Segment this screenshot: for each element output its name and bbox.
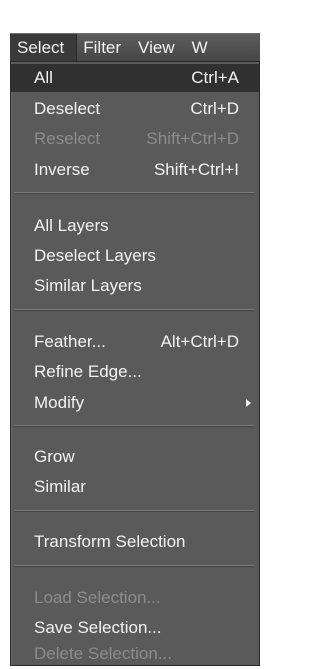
menu-item-reselect[interactable]: Reselect Shift+Ctrl+D (11, 125, 259, 153)
menubar-item-label: Filter (83, 37, 122, 57)
menu-item-label: Grow (34, 447, 75, 466)
menu-bar: Select Filter View W (10, 33, 260, 61)
menu-item-load-selection[interactable]: Load Selection... (11, 584, 259, 612)
menu-item-shortcut: Alt+Ctrl+D (160, 332, 239, 351)
menu-item-label: Delete Selection... (34, 644, 172, 663)
menu-item-similar-layers[interactable]: Similar Layers (11, 272, 259, 300)
menubar-item-filter[interactable]: Filter (77, 34, 132, 61)
menubar-item-view[interactable]: View (132, 34, 186, 61)
menu-item-label: Feather... (34, 332, 106, 351)
menubar-item-label: Select (17, 37, 65, 57)
menu-separator (15, 309, 255, 311)
menu-item-shortcut: Shift+Ctrl+D (146, 129, 239, 148)
menu-item-label: Transform Selection (34, 532, 186, 551)
menu-separator (15, 565, 255, 567)
menu-item-shortcut: Shift+Ctrl+I (153, 160, 239, 179)
menu-item-label: Deselect (34, 99, 101, 118)
menu-item-grow[interactable]: Grow (11, 443, 259, 471)
menu-item-label: Modify (34, 393, 85, 412)
menu-item-label: Reselect (34, 129, 101, 148)
menu-item-label: All Layers (34, 216, 109, 235)
menu-item-inverse[interactable]: Inverse Shift+Ctrl+I (11, 156, 259, 184)
menu-item-all-layers[interactable]: All Layers (11, 212, 259, 240)
select-menu-dropdown: All Ctrl+A Deselect Ctrl+D Reselect Shif… (10, 61, 260, 666)
menu-item-refine-edge[interactable]: Refine Edge... (11, 358, 259, 386)
menubar-item-label: View (138, 37, 175, 57)
menu-item-label: Inverse (34, 160, 90, 179)
submenu-arrow-icon (246, 399, 251, 407)
menu-item-transform-selection[interactable]: Transform Selection (11, 528, 259, 556)
menu-item-deselect-layers[interactable]: Deselect Layers (11, 242, 259, 270)
screenshot-frame: Select Filter View W All Ctrl+A Deselect… (0, 0, 260, 669)
menu-item-label: Load Selection... (34, 588, 161, 607)
menubar-item-label: W (191, 37, 208, 57)
menu-item-save-selection[interactable]: Save Selection... (11, 614, 259, 642)
menu-item-delete-selection[interactable]: Delete Selection... (11, 640, 259, 668)
menu-item-all[interactable]: All Ctrl+A (11, 64, 259, 92)
menu-item-label: Similar (34, 477, 86, 496)
menu-item-feather[interactable]: Feather... Alt+Ctrl+D (11, 328, 259, 356)
menu-item-label: Save Selection... (34, 618, 162, 637)
menubar-item-select[interactable]: Select (10, 34, 78, 61)
menu-separator (15, 425, 255, 427)
menu-separator (15, 510, 255, 512)
menu-item-label: All (34, 68, 53, 87)
menu-item-label: Deselect Layers (34, 246, 156, 265)
menu-item-modify[interactable]: Modify (11, 389, 259, 417)
menu-item-label: Similar Layers (34, 276, 142, 295)
menu-separator (15, 192, 255, 194)
menu-item-similar[interactable]: Similar (11, 473, 259, 501)
menu-item-label: Refine Edge... (34, 362, 142, 381)
menu-item-shortcut: Ctrl+D (190, 99, 239, 118)
menu-item-shortcut: Ctrl+A (191, 68, 239, 87)
menubar-item-window[interactable]: W (186, 34, 219, 61)
menu-item-deselect[interactable]: Deselect Ctrl+D (11, 95, 259, 123)
